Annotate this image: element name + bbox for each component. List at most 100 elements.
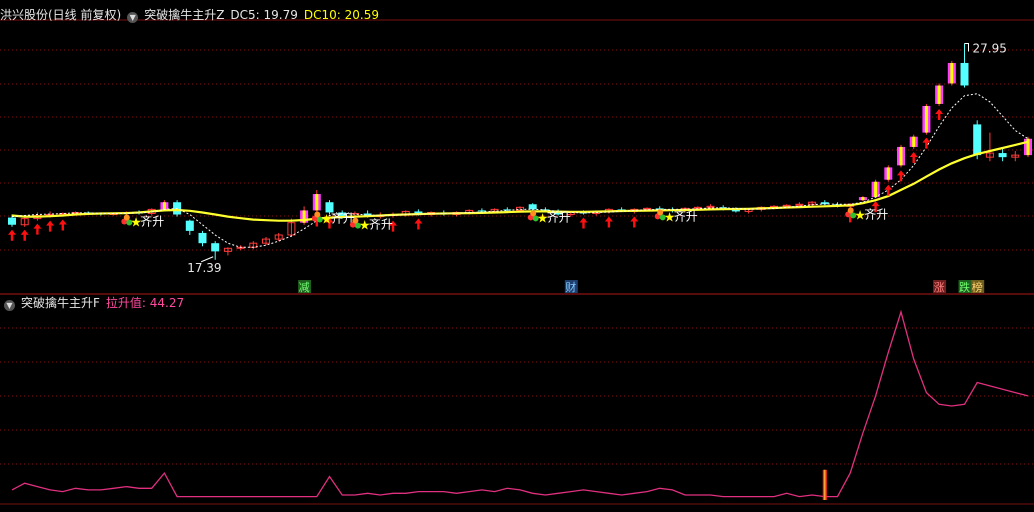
dc10-value: DC10: 20.59 xyxy=(303,8,379,22)
qisheng-signal: ★齐升 xyxy=(121,214,164,231)
candle xyxy=(198,230,207,247)
signal-dot-icon xyxy=(314,211,321,218)
candle-body-stripe xyxy=(912,136,916,147)
badge-cai: 财 xyxy=(564,280,578,294)
badge-label: 减 xyxy=(299,281,310,294)
candle-body xyxy=(8,217,16,225)
qisheng-signal: ★齐升 xyxy=(311,210,355,227)
candle-body-stripe xyxy=(924,105,928,133)
candle xyxy=(300,206,309,225)
lasheng-value: 拉升值: 44.27 xyxy=(105,296,185,310)
candle-body-stripe xyxy=(315,194,319,211)
lasheng-marker-stripe xyxy=(824,469,826,500)
qisheng-label-text: 齐升 xyxy=(674,208,698,223)
badge-zhang: 涨 xyxy=(933,280,947,294)
candle-body-stripe xyxy=(886,167,890,180)
buy-arrow-shape xyxy=(33,223,42,235)
candle xyxy=(312,189,321,213)
candle-body-stripe xyxy=(861,197,865,201)
candle-body xyxy=(998,153,1007,158)
qisheng-signal: ★齐升 xyxy=(654,208,698,225)
candle-body-stripe xyxy=(899,146,903,166)
buy-arrow-shape xyxy=(922,137,931,149)
candle-body xyxy=(973,124,982,156)
candle xyxy=(960,43,969,88)
badge-die: 跌 xyxy=(958,280,972,294)
badge-label: 榜 xyxy=(972,280,983,294)
candle xyxy=(185,219,194,235)
upper-indicator-name[interactable]: 突破擒牛主升Z xyxy=(144,8,224,22)
candle-body-stripe xyxy=(937,85,941,104)
qisheng-signal: ★齐升 xyxy=(845,206,888,223)
signal-dot-icon xyxy=(657,209,664,216)
buy-arrow-icon xyxy=(604,216,613,228)
candle-body xyxy=(198,232,207,244)
qisheng-label-text: 齐升 xyxy=(547,209,571,224)
qisheng-label-text: 齐升 xyxy=(369,217,393,232)
badge-label: 跌 xyxy=(959,280,970,294)
buy-arrow-icon xyxy=(922,137,931,149)
badge-label: 财 xyxy=(565,280,576,294)
signal-dot-icon xyxy=(123,214,130,221)
buy-arrow-icon xyxy=(33,223,42,235)
candle xyxy=(249,241,258,250)
buy-arrow-icon xyxy=(46,220,55,232)
candle xyxy=(909,134,918,149)
candle xyxy=(884,165,893,182)
candle xyxy=(922,103,931,135)
qisheng-label-text: 齐升 xyxy=(864,206,888,221)
buy-arrow-shape xyxy=(8,229,16,241)
candle-body-stripe xyxy=(874,181,878,198)
indicator-menu-icon[interactable]: ▼ xyxy=(127,12,139,23)
candle-body xyxy=(528,204,537,210)
candle xyxy=(858,196,867,202)
candle-body xyxy=(477,210,486,212)
badge-label: 涨 xyxy=(934,281,945,294)
buy-arrow-icon xyxy=(58,219,67,231)
candle xyxy=(1011,151,1020,162)
candle-body xyxy=(960,62,969,86)
high-price-label: 27.95 xyxy=(973,42,1007,56)
buy-arrow-shape xyxy=(20,229,29,241)
lasheng-line xyxy=(11,309,1029,498)
buy-arrow-shape xyxy=(909,151,918,163)
kline-stage: ★ 齐升 ★ 齐升 ★ 齐升 ★ 齐升 ★ 齐升 ★ 齐升 27.95 17.39 减财涨跌榜 洪兴股份(日… xyxy=(0,0,1034,508)
candle xyxy=(897,144,905,168)
buy-arrow-shape xyxy=(630,216,639,228)
buy-arrow-shape xyxy=(604,216,613,228)
candle xyxy=(998,148,1007,162)
lower-indicator-name[interactable]: 突破擒牛主升F xyxy=(21,296,100,310)
qisheng-signal: ★齐升 xyxy=(349,217,393,234)
signal-dot-icon xyxy=(530,210,537,217)
buy-arrow-icon xyxy=(935,108,944,120)
buy-arrow-shape xyxy=(579,217,588,229)
upper-panel-header: 洪兴股份(日线 前复权) ▼ 突破擒牛主升Z DC5: 19.79 DC10: 20.5… xyxy=(0,6,385,24)
candle xyxy=(947,60,956,86)
buy-arrow-shape xyxy=(58,219,67,231)
lower-indicator-menu-icon[interactable]: ▼ xyxy=(4,300,15,311)
candle xyxy=(985,132,994,162)
badge-bang: 榜 xyxy=(971,280,985,294)
dc5-value: DC5: 19.79 xyxy=(230,8,298,22)
candle-body xyxy=(185,220,194,231)
signal-dot-icon xyxy=(352,217,359,224)
chart-svg: ★齐升 ★齐升★齐升 ★齐升 ★齐升 ★齐升27.9517.39减财涨跌榜 xyxy=(0,19,1034,505)
qisheng-signal: ★齐升 xyxy=(527,209,571,226)
candle-body xyxy=(211,243,220,252)
buy-arrow-shape xyxy=(935,108,944,120)
signal-dot-icon xyxy=(847,207,854,214)
candle xyxy=(935,83,944,106)
badge-jian: 减 xyxy=(298,280,312,294)
buy-arrow-icon xyxy=(8,229,16,241)
buy-arrow-icon xyxy=(20,229,29,241)
candle xyxy=(820,200,829,206)
buy-arrow-icon xyxy=(630,216,639,228)
buy-arrow-shape xyxy=(414,218,423,230)
low-price-label: 17.39 xyxy=(187,261,221,275)
stock-title[interactable]: 洪兴股份(日线 前复权) xyxy=(0,8,121,22)
buy-arrow-icon xyxy=(414,218,423,230)
buy-arrow-shape xyxy=(46,220,55,232)
buy-arrow-icon xyxy=(579,217,588,229)
buy-arrow-icon xyxy=(909,151,918,163)
candle xyxy=(528,203,537,212)
